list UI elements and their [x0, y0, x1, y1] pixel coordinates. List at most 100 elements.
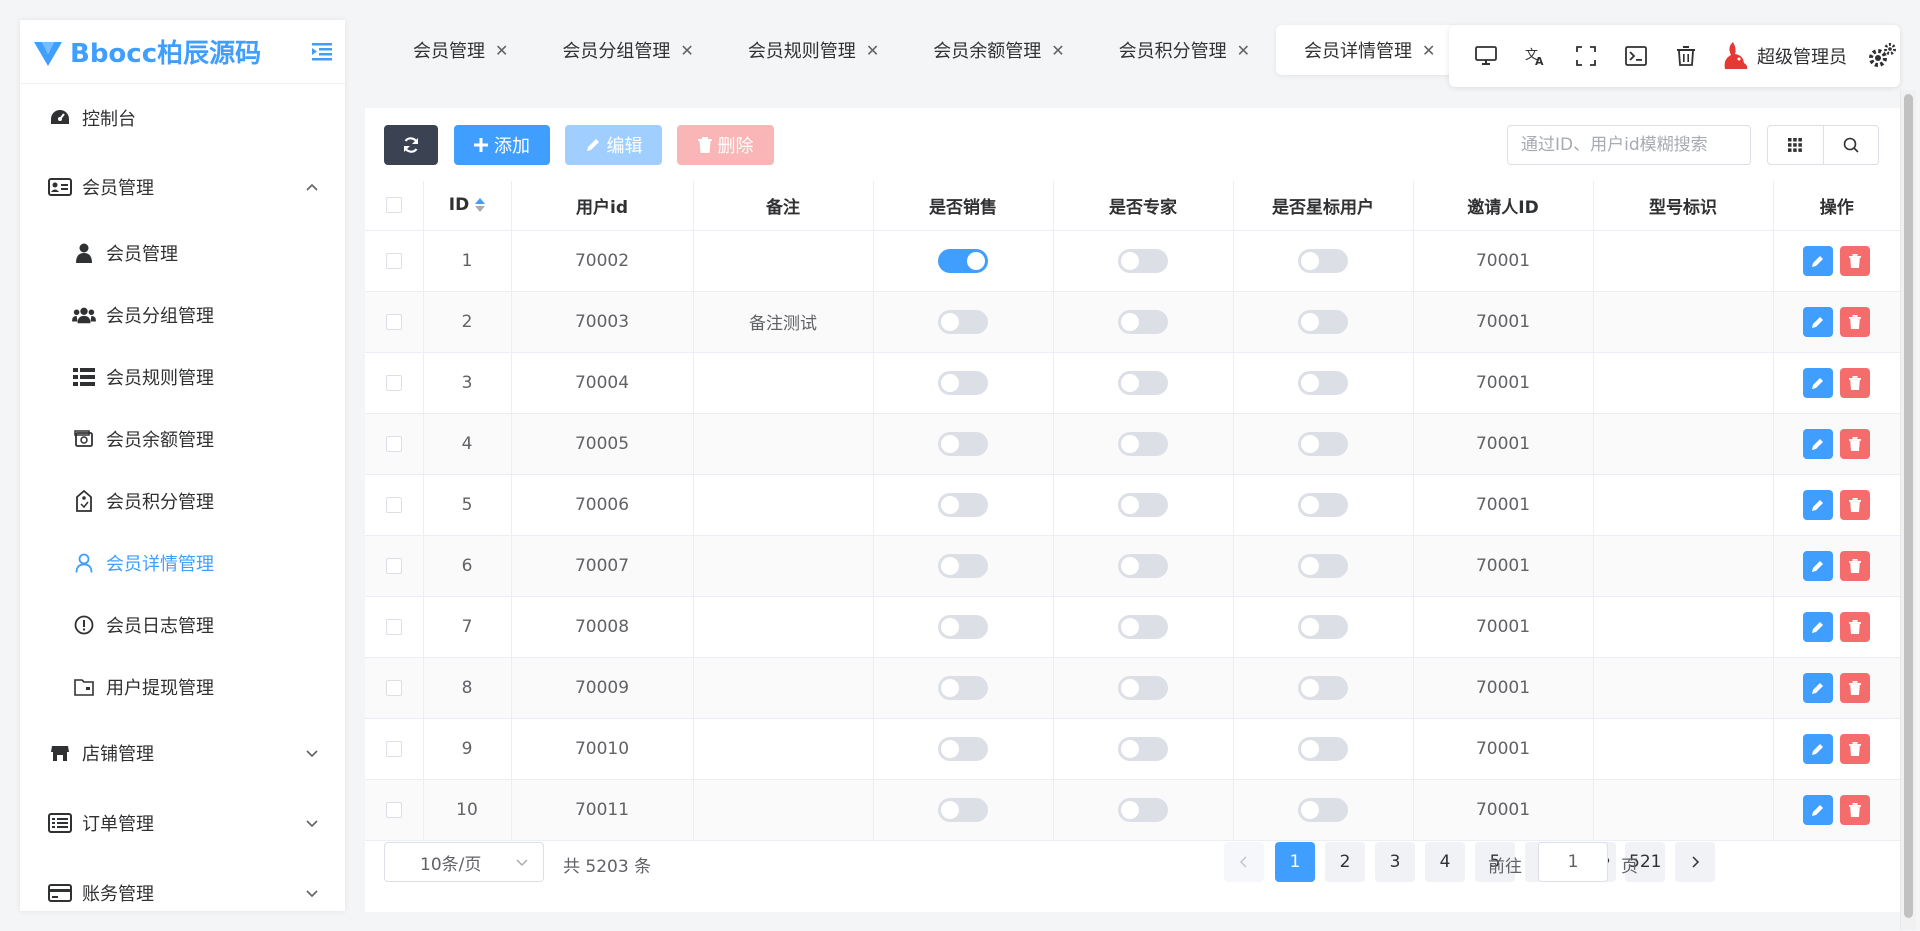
delete-button[interactable]: 删除 [677, 125, 774, 165]
row-delete-button[interactable] [1840, 550, 1871, 581]
search-input[interactable] [1507, 125, 1751, 165]
tab-member-rules[interactable]: 会员规则管理 ✕ [720, 25, 903, 75]
is-star-switch[interactable] [1298, 248, 1348, 273]
sort-icon[interactable] [475, 198, 486, 213]
row-delete-button[interactable] [1840, 794, 1871, 825]
row-edit-button[interactable] [1803, 306, 1834, 337]
close-icon[interactable]: ✕ [495, 41, 508, 60]
next-page-button[interactable] [1675, 842, 1715, 882]
row-checkbox[interactable] [385, 496, 402, 513]
is-star-switch[interactable] [1298, 492, 1348, 517]
is-expert-switch[interactable] [1118, 553, 1168, 578]
close-icon[interactable]: ✕ [680, 41, 693, 60]
row-checkbox[interactable] [385, 374, 402, 391]
sidebar-item-member[interactable]: 会员管理 [20, 222, 345, 284]
settings-gear-icon[interactable] [1867, 41, 1897, 71]
close-icon[interactable]: ✕ [1051, 41, 1064, 60]
tab-member-detail[interactable]: 会员详情管理 ✕ [1276, 25, 1460, 75]
row-checkbox[interactable] [385, 679, 402, 696]
page-button[interactable]: 2 [1325, 842, 1365, 882]
is-expert-switch[interactable] [1118, 492, 1168, 517]
row-edit-button[interactable] [1803, 733, 1834, 764]
row-delete-button[interactable] [1840, 489, 1871, 520]
row-checkbox[interactable] [385, 252, 402, 269]
row-delete-button[interactable] [1840, 428, 1871, 459]
row-select-cell[interactable] [365, 657, 424, 719]
sidebar-item-member-balance[interactable]: 会员余额管理 [20, 408, 345, 470]
close-icon[interactable]: ✕ [1237, 41, 1250, 60]
row-edit-button[interactable] [1803, 428, 1834, 459]
row-edit-button[interactable] [1803, 672, 1834, 703]
column-toggle-button[interactable] [1768, 126, 1823, 164]
search-button[interactable] [1822, 126, 1879, 164]
row-edit-button[interactable] [1803, 245, 1834, 276]
row-select-cell[interactable] [365, 230, 424, 292]
menu-collapse-icon[interactable] [309, 38, 335, 64]
row-checkbox[interactable] [385, 435, 402, 452]
is-star-switch[interactable] [1298, 675, 1348, 700]
row-select-cell[interactable] [365, 474, 424, 536]
page-scrollbar[interactable] [1900, 90, 1916, 930]
close-icon[interactable]: ✕ [866, 41, 879, 60]
row-edit-button[interactable] [1803, 367, 1834, 398]
add-button[interactable]: 添加 [454, 125, 550, 165]
terminal-icon[interactable] [1611, 31, 1661, 81]
is-sales-switch[interactable] [938, 614, 988, 639]
is-expert-switch[interactable] [1118, 309, 1168, 334]
page-button[interactable]: 1 [1275, 842, 1315, 882]
is-expert-switch[interactable] [1118, 614, 1168, 639]
prev-page-button[interactable] [1224, 842, 1264, 882]
tab-member-group[interactable]: 会员分组管理 ✕ [534, 25, 717, 75]
is-star-switch[interactable] [1298, 553, 1348, 578]
sidebar-item-member-detail[interactable]: 会员详情管理 [20, 532, 345, 594]
is-expert-switch[interactable] [1118, 370, 1168, 395]
is-sales-switch[interactable] [938, 797, 988, 822]
translate-icon[interactable]: 文A [1511, 31, 1561, 81]
row-edit-button[interactable] [1803, 611, 1834, 642]
sidebar-group-shop[interactable]: 店铺管理 [20, 718, 345, 788]
user-menu[interactable]: 超级管理员 [1717, 39, 1847, 73]
row-checkbox[interactable] [385, 313, 402, 330]
row-delete-button[interactable] [1840, 306, 1871, 337]
is-star-switch[interactable] [1298, 614, 1348, 639]
row-delete-button[interactable] [1840, 245, 1871, 276]
is-expert-switch[interactable] [1118, 797, 1168, 822]
row-select-cell[interactable] [365, 596, 424, 658]
refresh-button[interactable] [384, 125, 438, 165]
sidebar-item-member-group[interactable]: 会员分组管理 [20, 284, 345, 346]
tab-member-balance[interactable]: 会员余额管理 ✕ [905, 25, 1088, 75]
row-select-cell[interactable] [365, 413, 424, 475]
row-delete-button[interactable] [1840, 367, 1871, 398]
edit-button[interactable]: 编辑 [565, 125, 662, 165]
sidebar-item-member-points[interactable]: 会员积分管理 [20, 470, 345, 532]
row-checkbox[interactable] [385, 740, 402, 757]
is-sales-switch[interactable] [938, 309, 988, 334]
is-star-switch[interactable] [1298, 431, 1348, 456]
goto-page-input[interactable] [1538, 842, 1608, 882]
is-sales-switch[interactable] [938, 431, 988, 456]
page-button[interactable]: 3 [1375, 842, 1415, 882]
is-expert-switch[interactable] [1118, 675, 1168, 700]
header-id[interactable]: ID [423, 181, 512, 231]
row-delete-button[interactable] [1840, 672, 1871, 703]
row-select-cell[interactable] [365, 291, 424, 353]
sidebar-group-member[interactable]: 会员管理 [20, 152, 345, 222]
row-checkbox[interactable] [385, 801, 402, 818]
is-star-switch[interactable] [1298, 309, 1348, 334]
monitor-icon[interactable] [1461, 31, 1511, 81]
row-delete-button[interactable] [1840, 611, 1871, 642]
is-star-switch[interactable] [1298, 736, 1348, 761]
sidebar-item-member-log[interactable]: 会员日志管理 [20, 594, 345, 656]
select-all-checkbox[interactable] [385, 197, 402, 214]
sidebar-group-order[interactable]: 订单管理 [20, 788, 345, 858]
is-star-switch[interactable] [1298, 370, 1348, 395]
row-edit-button[interactable] [1803, 550, 1834, 581]
is-sales-switch[interactable] [938, 675, 988, 700]
header-select-all[interactable] [365, 181, 424, 231]
is-expert-switch[interactable] [1118, 431, 1168, 456]
close-icon[interactable]: ✕ [1422, 41, 1435, 60]
sidebar-group-finance[interactable]: 账务管理 [20, 858, 345, 911]
row-select-cell[interactable] [365, 718, 424, 780]
row-select-cell[interactable] [365, 535, 424, 597]
is-sales-switch[interactable] [938, 248, 988, 273]
